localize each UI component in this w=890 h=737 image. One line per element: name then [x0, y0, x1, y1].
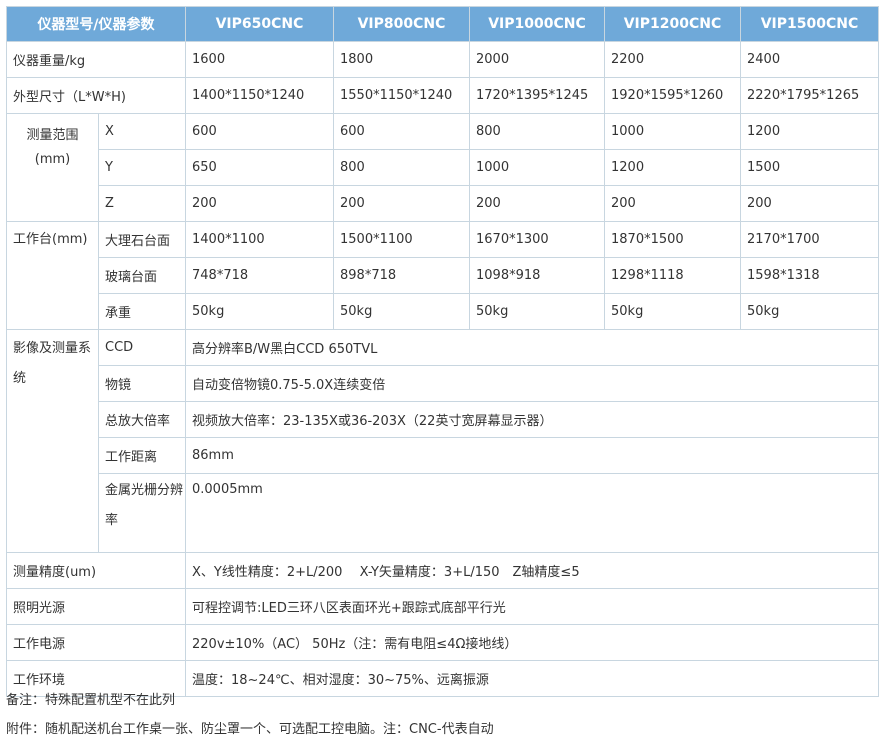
spec-value: X、Y线性精度：2+L/200 X-Y矢量精度：3+L/150 Z轴精度≤5 — [185, 552, 879, 589]
axis-label: Y — [98, 149, 186, 186]
range-row-y: Y 650 800 1000 1200 1500 — [7, 149, 879, 186]
cell: 200 — [604, 185, 741, 222]
spec-value: 视频放大倍率：23-135X或36-203X（22英寸宽屏幕显示器） — [185, 401, 879, 438]
spec-value: 220v±10%（AC） 50Hz（注：需有电阻≤4Ω接地线） — [185, 624, 879, 661]
cell: 1670*1300 — [469, 221, 605, 258]
cell: 2220*1795*1265 — [740, 77, 879, 114]
cell: 1600 — [185, 41, 334, 78]
sub-label: 玻璃台面 — [98, 257, 186, 294]
header-model: VIP800CNC — [333, 6, 470, 42]
spec-value: 温度：18~24℃、相对湿度：30~75%、远离振源 — [185, 660, 879, 697]
cell: 1000 — [604, 113, 741, 150]
cell: 748*718 — [185, 257, 334, 294]
spec-value: 自动变倍物镜0.75-5.0X连续变倍 — [185, 365, 879, 402]
cell: 200 — [333, 185, 470, 222]
row-label: 照明光源 — [6, 588, 186, 625]
lighting-row: 照明光源 可程控调节:LED三环八区表面环光+跟踪式底部平行光 — [6, 588, 879, 625]
sub-label: 物镜 — [98, 365, 186, 402]
range-label-line2: (mm) — [34, 152, 71, 167]
cell: 200 — [469, 185, 605, 222]
cell: 1400*1100 — [185, 221, 334, 258]
attachment-note: 附件：随机配送机台工作桌一张、防尘罩一个、可选配工控电脑。注：CNC-代表自动 — [6, 722, 494, 737]
header-model: VIP1500CNC — [740, 6, 879, 42]
range-label-line1: 测量范围 — [26, 128, 79, 143]
cell: 600 — [185, 113, 334, 150]
cell: 600 — [333, 113, 470, 150]
range-row-x: 测量范围 (mm) X 600 600 800 1000 1200 — [6, 113, 879, 222]
header-model: VIP1200CNC — [604, 6, 741, 42]
imaging-row-distance: 工作距离 86mm — [7, 437, 879, 474]
row-label: 工作电源 — [6, 624, 186, 661]
row-label: 仪器重量/kg — [6, 41, 186, 78]
cell: 1400*1150*1240 — [185, 77, 334, 114]
row-label: 测量精度(um) — [6, 552, 186, 589]
cell: 1500*1100 — [333, 221, 470, 258]
spec-table: 仪器型号/仪器参数 VIP650CNC VIP800CNC VIP1000CNC… — [6, 6, 879, 697]
cell: 898*718 — [333, 257, 470, 294]
imaging-group-label: 影像及测量系统 — [6, 329, 99, 553]
cell: 1598*1318 — [740, 257, 879, 294]
spec-value: 86mm — [185, 437, 879, 474]
spec-value: 可程控调节:LED三环八区表面环光+跟踪式底部平行光 — [185, 588, 879, 625]
imaging-row-magnification: 总放大倍率 视频放大倍率：23-135X或36-203X（22英寸宽屏幕显示器） — [7, 401, 879, 438]
imaging-row-lens: 物镜 自动变倍物镜0.75-5.0X连续变倍 — [7, 365, 879, 402]
cell: 50kg — [740, 293, 879, 330]
cell: 200 — [740, 185, 879, 222]
cell: 1720*1395*1245 — [469, 77, 605, 114]
cell: 1298*1118 — [604, 257, 741, 294]
row-label: 外型尺寸（L*W*H) — [6, 77, 186, 114]
sub-label: CCD — [98, 329, 186, 366]
cell: 1000 — [469, 149, 605, 186]
cell: 50kg — [604, 293, 741, 330]
range-row-z: Z 200 200 200 200 200 — [7, 185, 879, 222]
cell: 1200 — [740, 113, 879, 150]
cell: 1870*1500 — [604, 221, 741, 258]
sub-label: 工作距离 — [98, 437, 186, 474]
worktable-row-load: 承重 50kg 50kg 50kg 50kg 50kg — [7, 293, 879, 330]
cell: 1550*1150*1240 — [333, 77, 470, 114]
sub-label: 承重 — [98, 293, 186, 330]
size-row: 外型尺寸（L*W*H) 1400*1150*1240 1550*1150*124… — [6, 77, 879, 114]
worktable-group-label: 工作台(mm) — [6, 221, 99, 330]
spec-value: 0.0005mm — [185, 473, 879, 553]
cell: 650 — [185, 149, 334, 186]
cell: 200 — [185, 185, 334, 222]
sub-label: 总放大倍率 — [98, 401, 186, 438]
axis-label: Z — [98, 185, 186, 222]
cell: 2400 — [740, 41, 879, 78]
cell: 1920*1595*1260 — [604, 77, 741, 114]
worktable-row-marble: 工作台(mm) 大理石台面 1400*1100 1500*1100 1670*1… — [6, 221, 879, 330]
imaging-row-resolution: 金属光栅分辨率 0.0005mm — [7, 473, 879, 553]
cell: 1098*918 — [469, 257, 605, 294]
spec-value: 高分辨率B/W黑白CCD 650TVL — [185, 329, 879, 366]
cell: 2000 — [469, 41, 605, 78]
sub-label: 金属光栅分辨率 — [98, 473, 186, 553]
range-group-label: 测量范围 (mm) — [6, 113, 99, 222]
header-param: 仪器型号/仪器参数 — [6, 6, 186, 42]
power-row: 工作电源 220v±10%（AC） 50Hz（注：需有电阻≤4Ω接地线） — [6, 624, 879, 661]
cell: 1200 — [604, 149, 741, 186]
axis-label: X — [98, 113, 186, 150]
cell: 50kg — [469, 293, 605, 330]
cell: 50kg — [185, 293, 334, 330]
header-model: VIP650CNC — [185, 6, 334, 42]
accuracy-row: 测量精度(um) X、Y线性精度：2+L/200 X-Y矢量精度：3+L/150… — [6, 552, 879, 589]
cell: 800 — [469, 113, 605, 150]
cell: 1800 — [333, 41, 470, 78]
cell: 2170*1700 — [740, 221, 879, 258]
header-model: VIP1000CNC — [469, 6, 605, 42]
cell: 800 — [333, 149, 470, 186]
cell: 2200 — [604, 41, 741, 78]
weight-row: 仪器重量/kg 1600 1800 2000 2200 2400 — [6, 41, 879, 78]
remark-note: 备注：特殊配置机型不在此列 — [6, 693, 176, 708]
cell: 1500 — [740, 149, 879, 186]
cell: 50kg — [333, 293, 470, 330]
imaging-row-ccd: 影像及测量系统 CCD 高分辨率B/W黑白CCD 650TVL — [6, 329, 879, 553]
header-row: 仪器型号/仪器参数 VIP650CNC VIP800CNC VIP1000CNC… — [6, 6, 879, 42]
worktable-row-glass: 玻璃台面 748*718 898*718 1098*918 1298*1118 … — [7, 257, 879, 294]
sub-label: 大理石台面 — [98, 221, 186, 258]
